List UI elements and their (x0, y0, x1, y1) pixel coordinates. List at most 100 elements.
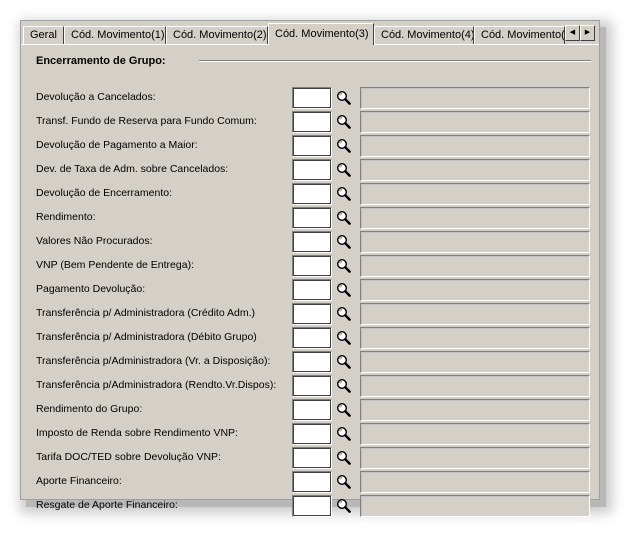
code-input[interactable] (292, 231, 332, 253)
code-input[interactable] (292, 159, 332, 181)
field-label: Dev. de Taxa de Adm. sobre Cancelados: (36, 163, 229, 175)
magnifier-icon[interactable] (336, 474, 352, 490)
field-row: Resgate de Aporte Financeiro: (21, 495, 599, 517)
group-title: Encerramento de Grupo: (36, 55, 166, 67)
field-row: Pagamento Devolução: (21, 279, 599, 301)
field-label: Transferência p/Administradora (Rendto.V… (36, 379, 277, 391)
field-label: Devolução de Encerramento: (36, 187, 172, 199)
magnifier-icon[interactable] (336, 378, 352, 394)
description-field (360, 423, 590, 445)
magnifier-icon[interactable] (336, 210, 352, 226)
magnifier-icon[interactable] (336, 258, 352, 274)
code-input[interactable] (292, 207, 332, 229)
description-field (360, 207, 590, 229)
field-row: Devolução de Pagamento a Maior: (21, 135, 599, 157)
magnifier-icon[interactable] (336, 234, 352, 250)
description-field (360, 495, 590, 517)
description-field (360, 135, 590, 157)
description-field (360, 327, 590, 349)
code-input[interactable] (292, 351, 332, 373)
field-row: Transferência p/Administradora (Vr. a Di… (21, 351, 599, 373)
field-row: Transf. Fundo de Reserva para Fundo Comu… (21, 111, 599, 133)
code-input[interactable] (292, 135, 332, 157)
field-label: Transferência p/ Administradora (Crédito… (36, 307, 256, 319)
magnifier-icon[interactable] (336, 402, 352, 418)
field-row: Rendimento do Grupo: (21, 399, 599, 421)
tab-label: Geral (30, 29, 57, 41)
field-label: Tarifa DOC/TED sobre Devolução VNP: (36, 451, 221, 463)
code-input[interactable] (292, 303, 332, 325)
dialog-panel: Geral Cód. Movimento(1) Cód. Movimento(2… (20, 20, 600, 517)
tab-label: Cód. Movimento(5 (481, 29, 565, 41)
magnifier-icon[interactable] (336, 498, 352, 514)
field-label: Transferência p/ Administradora (Débito … (36, 331, 257, 343)
description-field (360, 183, 590, 205)
magnifier-icon[interactable] (336, 354, 352, 370)
field-label: Valores Não Procurados: (36, 235, 153, 247)
code-input[interactable] (292, 399, 332, 421)
magnifier-icon[interactable] (336, 186, 352, 202)
magnifier-icon[interactable] (336, 330, 352, 346)
code-input[interactable] (292, 87, 332, 109)
tab-label: Cód. Movimento(3) (275, 28, 369, 40)
field-row: Aporte Financeiro: (21, 471, 599, 493)
field-row: Valores Não Procurados: (21, 231, 599, 253)
field-row: Dev. de Taxa de Adm. sobre Cancelados: (21, 159, 599, 181)
field-label: VNP (Bem Pendente de Entrega): (36, 259, 194, 271)
field-label: Transferência p/Administradora (Vr. a Di… (36, 355, 271, 367)
code-input[interactable] (292, 471, 332, 493)
magnifier-icon[interactable] (336, 90, 352, 106)
arrow-left-icon[interactable]: ◀ (565, 25, 580, 41)
magnifier-icon[interactable] (336, 282, 352, 298)
code-input[interactable] (292, 375, 332, 397)
code-input[interactable] (292, 423, 332, 445)
group-divider (199, 60, 591, 62)
magnifier-icon[interactable] (336, 450, 352, 466)
description-field (360, 255, 590, 277)
code-input[interactable] (292, 255, 332, 277)
description-field (360, 399, 590, 421)
description-field (360, 471, 590, 493)
description-field (360, 447, 590, 469)
field-label: Rendimento do Grupo: (36, 403, 143, 415)
description-field (360, 159, 590, 181)
field-row: Tarifa DOC/TED sobre Devolução VNP: (21, 447, 599, 469)
field-row: Imposto de Renda sobre Rendimento VNP: (21, 423, 599, 445)
magnifier-icon[interactable] (336, 306, 352, 322)
arrow-right-icon[interactable]: ▶ (580, 25, 595, 41)
description-field (360, 351, 590, 373)
field-row: Rendimento: (21, 207, 599, 229)
field-row: Devolução de Encerramento: (21, 183, 599, 205)
description-field (360, 111, 590, 133)
field-label: Rendimento: (36, 211, 96, 223)
field-label: Resgate de Aporte Financeiro: (36, 499, 178, 511)
field-label: Imposto de Renda sobre Rendimento VNP: (36, 427, 238, 439)
code-input[interactable] (292, 495, 332, 517)
description-field (360, 303, 590, 325)
tab-label: Cód. Movimento(4) (381, 29, 474, 41)
field-label: Transf. Fundo de Reserva para Fundo Comu… (36, 115, 257, 127)
tab-cod-movimento-3[interactable]: Cód. Movimento(3) (268, 23, 374, 45)
field-row: Transferência p/ Administradora (Crédito… (21, 303, 599, 325)
magnifier-icon[interactable] (336, 138, 352, 154)
field-label: Pagamento Devolução: (36, 283, 146, 295)
description-field (360, 87, 590, 109)
code-input[interactable] (292, 447, 332, 469)
field-row: VNP (Bem Pendente de Entrega): (21, 255, 599, 277)
code-input[interactable] (292, 327, 332, 349)
code-input[interactable] (292, 279, 332, 301)
code-input[interactable] (292, 183, 332, 205)
field-row: Devolução a Cancelados: (21, 87, 599, 109)
magnifier-icon[interactable] (336, 162, 352, 178)
code-input[interactable] (292, 111, 332, 133)
field-label: Aporte Financeiro: (36, 475, 122, 487)
description-field (360, 231, 590, 253)
tab-label: Cód. Movimento(2) (173, 29, 267, 41)
tab-label: Cód. Movimento(1) (71, 29, 165, 41)
description-field (360, 375, 590, 397)
magnifier-icon[interactable] (336, 426, 352, 442)
tab-panel: Encerramento de Grupo: Devolução a Cance… (21, 43, 599, 517)
magnifier-icon[interactable] (336, 114, 352, 130)
field-label: Devolução de Pagamento a Maior: (36, 139, 198, 151)
field-row: Transferência p/ Administradora (Débito … (21, 327, 599, 349)
